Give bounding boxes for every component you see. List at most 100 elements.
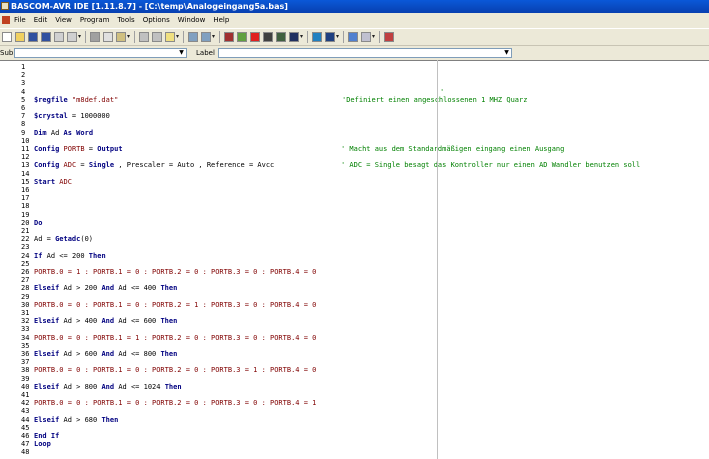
code-token: Ad > 800 <box>59 382 102 391</box>
redo-icon[interactable] <box>152 32 162 42</box>
code-text: PORTB.0 = 0 : PORTB.1 = 1 : PORTB.2 = 0 … <box>34 334 316 342</box>
code-line: 2 <box>0 71 709 79</box>
code-line: 25 <box>0 260 709 268</box>
code-line: 48 <box>0 448 709 456</box>
code-line: 27 <box>0 276 709 284</box>
line-number: 23 <box>21 243 30 252</box>
code-line: 34 PORTB.0 = 0 : PORTB.1 = 1 : PORTB.2 = … <box>0 334 709 342</box>
menu-options[interactable]: Options <box>139 13 174 28</box>
code-token: ADC <box>59 161 77 170</box>
menu-edit[interactable]: Edit <box>30 13 52 28</box>
line-number: 3 <box>21 79 26 88</box>
undo-icon[interactable] <box>139 32 149 42</box>
lcd-designer-icon[interactable] <box>289 32 299 42</box>
line-number: 6 <box>21 104 26 112</box>
code-token: = 1000000 <box>67 112 110 121</box>
indent-icon[interactable] <box>188 32 198 42</box>
menu-tools[interactable]: Tools <box>113 13 138 28</box>
keyword-token: Elseif <box>34 382 60 391</box>
label-combo[interactable]: ▼ <box>218 48 512 58</box>
report-icon[interactable] <box>384 32 394 42</box>
code-line: 23 <box>0 243 709 251</box>
save-as-icon[interactable] <box>41 32 51 42</box>
menu-window[interactable]: Window <box>174 13 210 28</box>
dropdown-arrow-icon[interactable]: ▾ <box>176 33 181 40</box>
keyword-token: Start <box>34 177 56 186</box>
program-chip-icon[interactable] <box>276 32 286 42</box>
terminal-icon[interactable] <box>312 32 322 42</box>
dropdown-arrow-icon[interactable]: ▾ <box>212 33 217 40</box>
chevron-down-icon[interactable]: ▼ <box>502 49 511 57</box>
line-number: 30 <box>21 300 30 309</box>
code-line: 44 Elseif Ad > 680 Then <box>0 416 709 424</box>
code-line: 24 If Ad <= 200 Then <box>0 252 709 260</box>
code-line: 18 <box>0 202 709 210</box>
toolbar-separator <box>379 31 380 43</box>
line-number: 7 <box>21 112 26 121</box>
dropdown-arrow-icon[interactable]: ▾ <box>372 33 377 40</box>
about-icon[interactable] <box>348 32 358 42</box>
dropdown-arrow-icon[interactable]: ▾ <box>78 33 83 40</box>
code-token: Ad <= 600 <box>114 317 161 326</box>
compile-icon[interactable] <box>237 32 247 42</box>
search-icon[interactable] <box>361 32 371 42</box>
code-token: "m8def.dat" <box>67 95 119 104</box>
code-text: Config PORTB = Output <box>34 145 123 153</box>
menu-help[interactable]: Help <box>209 13 233 28</box>
paste-icon[interactable] <box>116 32 126 42</box>
keyword-token: Config <box>34 145 60 153</box>
new-file-icon[interactable] <box>2 32 12 42</box>
code-line: 39 <box>0 375 709 383</box>
menu-program[interactable]: Program <box>76 13 114 28</box>
code-line: 41 <box>0 391 709 399</box>
sub-combo[interactable]: ▼ <box>14 48 187 58</box>
dropdown-arrow-icon[interactable]: ▾ <box>300 33 305 40</box>
code-token: PORTB.0 = 0 : PORTB.1 = 0 : PORTB.2 = 1 … <box>34 300 317 309</box>
line-number: 19 <box>21 210 30 219</box>
keyword-token: Elseif <box>34 350 60 358</box>
code-editor[interactable]: 1 2 3 4 ' 5 $regfile "m8def.dat" 'Definiert ein… <box>0 60 709 459</box>
cut-icon[interactable] <box>90 32 100 42</box>
line-number: 43 <box>21 407 30 416</box>
code-token: ADC <box>55 177 72 186</box>
line-number: 29 <box>21 292 30 301</box>
code-token: PORTB.0 = 0 : PORTB.1 = 0 : PORTB.2 = 0 … <box>34 366 317 375</box>
outdent-icon[interactable] <box>201 32 211 42</box>
keyword-token: Elseif <box>34 284 60 293</box>
document-icon[interactable] <box>2 16 10 24</box>
help-icon[interactable] <box>325 32 335 42</box>
keyword-token: End If <box>34 432 60 440</box>
code-line: 38 PORTB.0 = 0 : PORTB.1 = 0 : PORTB.2 = … <box>0 366 709 374</box>
save-icon[interactable] <box>28 32 38 42</box>
find-icon[interactable] <box>165 32 175 42</box>
code-token: Ad <= 800 <box>114 350 161 358</box>
syntax-check-icon[interactable] <box>250 32 260 42</box>
open-file-icon[interactable] <box>15 32 25 42</box>
dropdown-arrow-icon[interactable]: ▾ <box>127 33 132 40</box>
line-number: 14 <box>21 169 30 178</box>
line-number: 35 <box>21 341 30 350</box>
copy-icon[interactable] <box>103 32 113 42</box>
line-number: 8 <box>21 120 26 129</box>
line-number: 25 <box>21 259 30 268</box>
code-token: Ad > 200 <box>59 284 102 293</box>
code-line: 3 <box>0 79 709 87</box>
dropdown-arrow-icon[interactable]: ▾ <box>336 33 341 40</box>
keyword-token: Getadc <box>55 235 81 244</box>
code-line: 19 <box>0 211 709 219</box>
print-icon[interactable] <box>67 32 77 42</box>
print-preview-icon[interactable] <box>54 32 64 42</box>
menu-view[interactable]: View <box>51 13 76 28</box>
chevron-down-icon[interactable]: ▼ <box>177 49 186 57</box>
bookmark-icon[interactable] <box>224 32 234 42</box>
line-number: 33 <box>21 325 30 334</box>
keyword-token: $crystal <box>34 112 68 121</box>
keyword-token: Then <box>160 284 178 293</box>
label-label: Label <box>196 49 215 57</box>
line-number: 46 <box>21 432 30 440</box>
code-line: 21 <box>0 227 709 235</box>
menu-file[interactable]: File <box>12 13 30 28</box>
chip-icon[interactable] <box>263 32 273 42</box>
line-number: 37 <box>21 358 30 367</box>
line-number: 11 <box>21 145 30 153</box>
